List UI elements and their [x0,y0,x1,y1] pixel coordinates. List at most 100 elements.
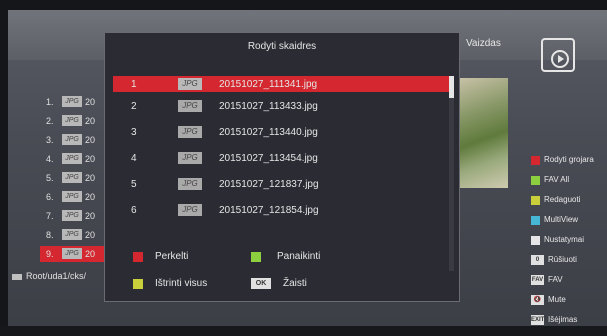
menu-label: FAV [548,275,563,284]
jpg-icon: JPG [62,96,82,107]
item-name: 20 [85,135,96,145]
path-text: Root/uda1/cks/ [26,271,87,281]
item-number: 5. [46,173,54,183]
item-number: 9. [46,249,54,259]
menu-item-fav-all[interactable]: FAV All [531,174,607,188]
menu-label: FAV All [544,175,570,184]
yellow-key-icon [133,279,143,289]
list-item[interactable]: 5. JPG 20 [40,170,110,186]
slideshow-file-list: 1 JPG 20151027_111341.jpg 2 JPG 20151027… [113,76,453,271]
menu-label: Mute [548,295,566,304]
mute-key-icon: 🔇 [531,295,544,305]
file-name: 20151027_113433.jpg [219,101,318,112]
file-name: 20151027_121837.jpg [219,179,319,190]
action-label: Perkelti [155,251,189,262]
blue-key-icon [531,216,540,225]
playlist-item[interactable]: 5 JPG 20151027_121837.jpg [113,176,451,192]
fav-key-icon: FAV [531,275,544,285]
jpg-icon: JPG [62,115,82,126]
ok-key-icon: OK [251,278,271,289]
jpg-icon: JPG [62,229,82,240]
jpg-icon: JPG [62,153,82,164]
menu-item-mute[interactable]: 🔇 Mute [531,294,607,308]
item-name: 20 [85,230,96,240]
item-number: 2 [131,101,137,112]
zero-key-icon: 0 [531,255,544,265]
menu-label: Rodyti grojara [544,155,594,164]
scrollbar-thumb[interactable] [449,76,454,98]
file-name: 20151027_111341.jpg [219,79,318,90]
media-player-icon [541,38,575,72]
item-number: 3. [46,135,54,145]
jpg-icon: JPG [178,126,202,138]
item-number: 1 [131,79,137,90]
list-item[interactable]: 1. JPG 20 [40,94,110,110]
current-path: Root/uda1/cks/ [12,271,86,281]
item-number: 6 [131,205,137,216]
clear-all-action[interactable]: Ištrinti visus [133,277,243,291]
item-name: 20 [85,97,96,107]
list-item[interactable]: 8. JPG 20 [40,227,110,243]
tv-screen: Vaizdas 1. JPG 20 2. JPG 20 3. JPG 20 4.… [0,0,607,336]
playlist-item[interactable]: 6 JPG 20151027_121854.jpg [113,202,451,218]
playlist-item-selected[interactable]: 1 JPG 20151027_111341.jpg [113,76,451,92]
item-number: 8. [46,230,54,240]
tv-bezel-bottom [0,326,607,336]
jpg-icon: JPG [178,100,202,112]
item-name: 20 [85,192,96,202]
list-item[interactable]: 3. JPG 20 [40,132,110,148]
menu-item-play-list[interactable]: Rodyti grojara [531,154,607,168]
jpg-icon: JPG [178,78,202,90]
usb-drive-icon [12,273,22,280]
menu-label: Išėjimas [548,315,578,324]
scrollbar-track[interactable] [449,76,454,271]
menu-label: Rūšiuoti [548,255,577,264]
white-key-icon [531,236,540,245]
jpg-icon: JPG [62,172,82,183]
list-item[interactable]: 2. JPG 20 [40,113,110,129]
menu-item-sort[interactable]: 0 Rūšiuoti [531,254,607,268]
item-name: 20 [85,154,96,164]
jpg-icon: JPG [62,248,82,259]
file-name: 20151027_121854.jpg [219,205,319,216]
dialog-title: Rodyti skaidres [247,41,317,52]
menu-label: MultiView [544,215,579,224]
item-number: 3 [131,127,137,138]
move-action[interactable]: Perkelti [133,250,233,264]
playlist-item[interactable]: 4 JPG 20151027_113454.jpg [113,150,451,166]
menu-item-edit[interactable]: Redaguoti [531,194,607,208]
item-number: 7. [46,211,54,221]
item-number: 2. [46,116,54,126]
jpg-icon: JPG [178,152,202,164]
item-number: 4. [46,154,54,164]
playlist-item[interactable]: 3 JPG 20151027_113440.jpg [113,124,451,140]
remove-action[interactable]: Panaikinti [251,250,361,264]
action-label: Žaisti [283,278,307,289]
red-key-icon [531,156,540,165]
image-preview [458,78,508,188]
menu-label: Redaguoti [544,195,581,204]
tv-bezel-left [0,0,8,336]
jpg-icon: JPG [62,191,82,202]
item-number: 5 [131,179,137,190]
list-item-selected[interactable]: 9. JPG 20 [40,246,110,262]
playlist-item[interactable]: 2 JPG 20151027_113433.jpg [113,98,451,114]
jpg-icon: JPG [62,210,82,221]
play-action[interactable]: OK Žaisti [251,277,341,291]
list-item[interactable]: 6. JPG 20 [40,189,110,205]
item-name: 20 [85,116,96,126]
jpg-icon: JPG [178,178,202,190]
action-label: Panaikinti [277,251,321,262]
jpg-icon: JPG [62,134,82,145]
list-item[interactable]: 4. JPG 20 [40,151,110,167]
list-item[interactable]: 7. JPG 20 [40,208,110,224]
item-number: 4 [131,153,137,164]
menu-item-fav[interactable]: FAV FAV [531,274,607,288]
tv-bezel-top [0,0,607,10]
item-name: 20 [85,249,96,259]
jpg-icon: JPG [178,204,202,216]
menu-item-settings[interactable]: Nustatymai [531,234,607,248]
exit-key-icon: EXIT [531,315,545,325]
menu-item-multiview[interactable]: MultiView [531,214,607,228]
red-key-icon [133,252,143,262]
